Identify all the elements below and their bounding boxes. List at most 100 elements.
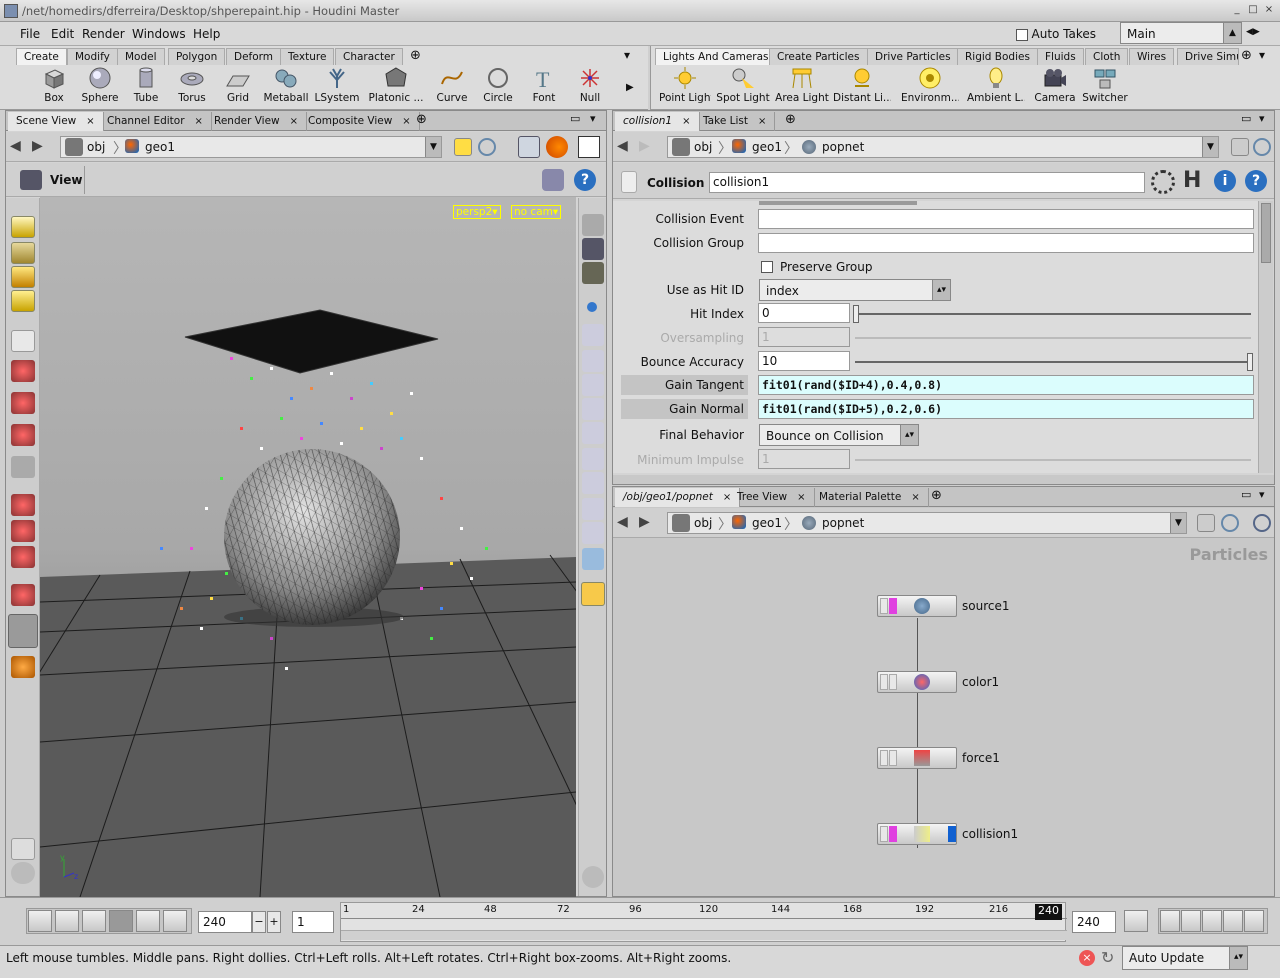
shelf-tab-wires[interactable]: Wires — [1129, 48, 1175, 65]
tab-composite-view[interactable]: Composite View × — [300, 112, 420, 131]
minimum-impulse-slider[interactable] — [855, 459, 1251, 461]
shelf-tab-lights-cameras[interactable]: Lights And Cameras — [655, 48, 777, 65]
close-tab-icon[interactable]: × — [195, 116, 203, 127]
path-crumb-popnet[interactable]: popnet — [822, 516, 864, 530]
tab-scene-view[interactable]: Scene View × — [8, 112, 104, 131]
chevron-down-icon[interactable]: ▼ — [1202, 137, 1218, 157]
tool-environment-light[interactable]: Environm... — [901, 66, 959, 104]
keyframe-icon[interactable] — [1160, 910, 1180, 932]
link-icon[interactable] — [478, 138, 496, 156]
param-path-field[interactable]: obj 〉 geo1 〉 popnet ▼ — [667, 136, 1219, 158]
tab-collision1[interactable]: collision1 × — [615, 112, 700, 131]
realtime-toggle-icon[interactable] — [1124, 910, 1148, 932]
camera-menu[interactable]: persp2▾ — [453, 205, 501, 219]
path-crumb-geo1[interactable]: geo1 — [752, 516, 782, 530]
vector-icon[interactable] — [582, 472, 604, 494]
close-tab-icon[interactable]: × — [911, 492, 919, 503]
close-tab-icon[interactable]: × — [290, 116, 298, 127]
tool-spot-light[interactable]: Spot Light — [715, 66, 771, 104]
tool-box[interactable]: Box — [30, 66, 78, 104]
shading-icon[interactable] — [546, 136, 568, 158]
rotate-view-icon[interactable] — [11, 360, 35, 382]
hit-index-slider-handle[interactable] — [853, 305, 859, 323]
shelf-menu-button[interactable]: ▾ — [624, 48, 630, 62]
back-arrow-icon[interactable]: ◀ — [617, 138, 628, 154]
path-crumb-obj[interactable]: obj — [87, 140, 105, 154]
select-prim-icon[interactable] — [11, 242, 35, 264]
add-tab-button[interactable]: ⊕ — [416, 112, 427, 127]
back-arrow-icon[interactable]: ◀ — [617, 514, 628, 530]
collision-event-field[interactable] — [758, 209, 1254, 229]
maximize-pane-icon[interactable]: ▭ — [1241, 112, 1251, 125]
annotate-icon[interactable] — [582, 522, 604, 544]
tab-material-palette[interactable]: Material Palette × — [811, 488, 929, 507]
safe-area-icon[interactable] — [581, 582, 605, 606]
play-reverse-icon[interactable] — [82, 910, 106, 932]
snapshot-icon[interactable] — [11, 862, 35, 884]
pane-menu-icon[interactable]: ▾ — [1259, 488, 1265, 501]
tool-area-light[interactable]: Area Light — [775, 66, 829, 104]
preserve-group-checkbox[interactable] — [761, 261, 773, 273]
tab-tree-view[interactable]: Tree View × — [729, 488, 815, 507]
shelf-tab-fluids[interactable]: Fluids — [1037, 48, 1084, 65]
tool-lsystem[interactable]: LSystem — [313, 66, 361, 104]
maximize-pane-icon[interactable]: ▭ — [1241, 488, 1251, 501]
shelf-tab-rigid-bodies[interactable]: Rigid Bodies — [957, 48, 1038, 65]
shelf-tab-texture[interactable]: Texture — [280, 48, 335, 65]
current-frame-marker[interactable]: 240 — [1035, 904, 1062, 920]
text-abc-icon[interactable] — [582, 498, 604, 520]
close-button[interactable]: × — [1262, 3, 1276, 17]
pane-menu-icon[interactable]: ▾ — [590, 112, 596, 125]
shelf-tab-cloth[interactable]: Cloth — [1085, 48, 1129, 65]
bypass-flag[interactable] — [880, 826, 888, 842]
houdini-help-icon[interactable]: H — [1183, 168, 1201, 193]
tab-channel-editor[interactable]: Channel Editor × — [99, 112, 212, 131]
bounce-accuracy-field[interactable]: 10 — [758, 351, 850, 371]
render-region-icon[interactable] — [11, 656, 35, 678]
desktop-arrows-icon[interactable]: ◀▶ — [1246, 27, 1274, 41]
tool-grid[interactable]: Grid — [214, 66, 262, 104]
ghost-icon[interactable] — [582, 262, 604, 284]
chevron-down-icon[interactable]: ▼ — [425, 137, 441, 157]
forward-arrow-icon[interactable]: ▶ — [639, 514, 650, 530]
info-icon[interactable]: i — [1214, 170, 1236, 192]
gain-tangent-field[interactable]: fit01(rand($ID+4),0.4,0.8) — [758, 375, 1254, 395]
translate-view-icon[interactable] — [11, 424, 35, 446]
bypass-flag[interactable] — [880, 598, 888, 614]
pin-icon[interactable] — [1197, 514, 1215, 532]
gain-normal-field[interactable]: fit01(rand($ID+5),0.2,0.6) — [758, 399, 1254, 419]
loop-icon[interactable] — [1202, 910, 1222, 932]
update-mode-select[interactable]: Auto Update ▴▾ — [1122, 946, 1248, 970]
tool-camera[interactable]: Camera — [1031, 66, 1079, 104]
tool-tube[interactable]: Tube — [122, 66, 170, 104]
add-tab-button[interactable]: ⊕ — [785, 112, 796, 127]
tool-distant-light[interactable]: Distant Li... — [833, 66, 891, 104]
forward-arrow-icon[interactable]: ▶ — [32, 138, 43, 154]
tool-circle[interactable]: Circle — [474, 66, 522, 104]
3d-viewport[interactable]: y z persp2▾ no cam▾ — [40, 197, 576, 897]
pin-icon[interactable] — [1231, 138, 1249, 156]
global-anim-icon[interactable] — [1244, 910, 1264, 932]
final-behavior-select[interactable]: Bounce on Collision ▴▾ — [759, 424, 919, 446]
use-hit-id-select[interactable]: index ▴▾ — [759, 279, 951, 301]
tab-take-list[interactable]: Take List × — [695, 112, 776, 131]
close-tab-icon[interactable]: × — [758, 116, 766, 127]
bypass-flag[interactable] — [880, 750, 888, 766]
menu-help[interactable]: Help — [193, 27, 220, 41]
uv-icon[interactable] — [582, 448, 604, 470]
camera-view-icon[interactable] — [20, 170, 42, 190]
node-name-field[interactable]: collision1 — [709, 172, 1145, 193]
add-shelf-tab-button[interactable]: ⊕ — [410, 48, 421, 63]
shelf-scroll-right-icon[interactable]: ▶ — [626, 82, 634, 93]
tool-switcher[interactable]: Switcher — [1079, 66, 1131, 104]
point-numbers-icon[interactable] — [582, 350, 604, 372]
add-shelf-tab-button[interactable]: ⊕ — [1241, 48, 1252, 63]
display-options-icon[interactable] — [542, 169, 564, 191]
add-tab-button[interactable]: ⊕ — [931, 488, 942, 503]
select-point-icon[interactable] — [11, 266, 35, 288]
pane-menu-icon[interactable]: ▾ — [1259, 112, 1265, 125]
magnet-pose-icon[interactable] — [11, 584, 35, 606]
shelf-menu-button[interactable]: ▾ — [1259, 48, 1265, 62]
shelf-tab-modify[interactable]: Modify — [67, 48, 118, 65]
scrollbar-thumb[interactable] — [1261, 203, 1271, 263]
